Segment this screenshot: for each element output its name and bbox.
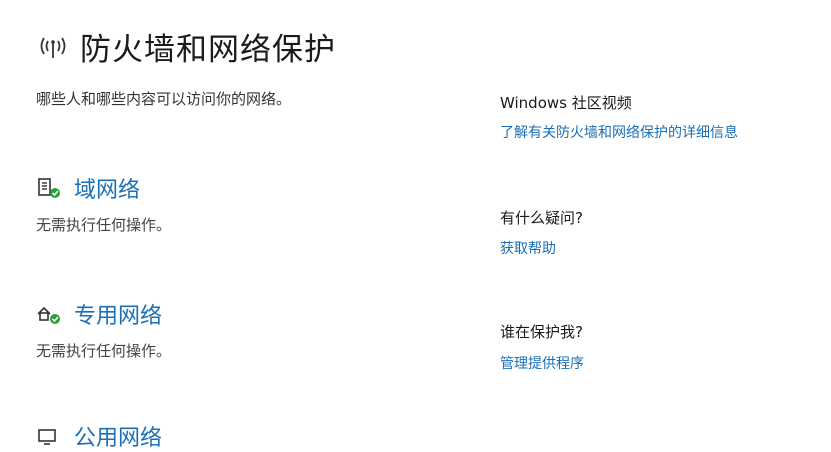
manage-providers-link[interactable]: 管理提供程序 [500,353,584,373]
public-network-icon [38,429,56,445]
private-network-status: 无需执行任何操作。 [36,342,172,360]
private-network-icon [37,306,60,324]
community-videos-heading: Windows 社区视频 [500,94,632,112]
learn-more-link[interactable]: 了解有关防火墙和网络保护的详细信息 [500,122,738,142]
public-network-link[interactable]: 公用网络 [74,420,162,452]
page-title: 防火墙和网络保护 [36,24,336,69]
page-subtitle: 哪些人和哪些内容可以访问你的网络。 [36,90,292,108]
domain-network-icon [38,178,60,198]
get-help-link[interactable]: 获取帮助 [500,238,556,258]
domain-network-link[interactable]: 域网络 [74,172,140,204]
questions-heading: 有什么疑问? [500,209,583,227]
who-protects-heading: 谁在保护我? [500,323,583,341]
private-network-link[interactable]: 专用网络 [74,298,162,330]
private-network-header: 专用网络 [36,298,162,330]
page-title-text: 防火墙和网络保护 [80,32,336,68]
domain-network-header: 域网络 [36,172,140,204]
wifi-antenna-icon [40,37,66,58]
domain-network-status: 无需执行任何操作。 [36,216,172,234]
public-network-header: 公用网络 [36,420,162,452]
